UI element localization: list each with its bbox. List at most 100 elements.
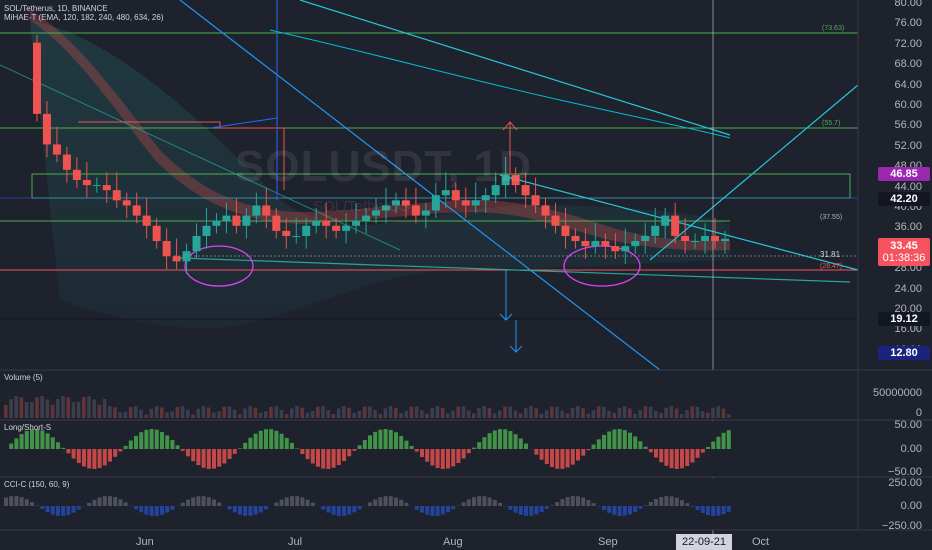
cci-bar [170,506,175,510]
longshort-bar [503,429,508,449]
volume-pane [0,370,858,420]
cci-bar [446,506,450,513]
cci-bar [716,506,721,516]
candle-body [332,225,341,231]
cci-bar [149,506,154,516]
longshort-bar [596,439,601,449]
longshort-bar [368,435,372,449]
longshort-bar [430,449,435,466]
volume-bar [529,406,533,418]
longshort-bar [404,440,409,449]
longshort-bar [472,447,476,449]
candle-body [601,241,610,247]
cci-bar [212,499,216,506]
price-tick: 36.00 [894,221,922,234]
longshort-bar [243,442,248,449]
candle-body [591,241,600,247]
longshort-bar [264,429,268,449]
longshort-bar [186,449,190,457]
longshort-bar [238,448,242,449]
candle-body [232,215,241,226]
longshort-bar [35,429,40,449]
month-oct: Oct [752,536,770,548]
volume-bar [290,408,294,418]
cci-bar [425,506,430,515]
volume-bar [482,406,486,418]
price-chart[interactable] [0,0,932,550]
candle-body [421,210,430,216]
cci-title[interactable]: CCI-C (150, 60, 9) [4,480,69,489]
candle-body [471,200,480,206]
cci-bar [9,496,14,506]
volume-bar [513,410,518,418]
candle-body [531,195,540,206]
longshort-bar [295,448,300,449]
cci-bar [695,506,700,511]
volume-bar [654,410,658,418]
longshort-bar [61,447,66,449]
longshort-title[interactable]: Long/Short-S [4,423,51,432]
longshort-bar [399,435,404,449]
candle-body [162,241,171,257]
level-label-37: (37.55) [820,214,843,221]
cci-bar [258,506,263,513]
volume-bar [139,409,143,418]
cci-bar [555,502,560,506]
cci-bar [310,502,315,506]
candle-body [641,235,650,242]
longshort-bar [420,449,424,457]
cci-bar [487,497,492,506]
longshort-bar [425,449,430,462]
volume-bar [695,406,700,418]
longshort-bar [622,430,627,449]
volume-bar [700,411,705,418]
longshort-bar [680,449,684,469]
longshort-bar [217,449,222,467]
candle-body [461,200,470,206]
longshort-bar [102,449,107,466]
cci-bar [581,497,586,506]
cci-bar [498,502,502,506]
cci-bar [165,506,170,513]
volume-bar [591,410,596,418]
volume-title[interactable]: Volume (5) [4,373,43,382]
volume-bar [305,412,310,418]
cci-bar [508,506,513,510]
volume-bar [576,406,580,418]
candle-body [352,220,361,226]
longshort-bar [513,434,518,449]
volume-bar [472,413,476,418]
cci-bar [206,497,211,506]
longshort-bar [118,449,123,452]
volume-bar [508,406,512,418]
symbol-header[interactable]: SOL/Tetherus, 1D, BINANCE [4,4,108,13]
volume-bar [232,409,237,418]
cci-bar [87,502,92,506]
volume-bar [477,408,481,418]
ma-indicator-header[interactable]: MiHAE-T (EMA, 120, 182, 240, 480, 634, 2… [4,13,164,22]
longshort-bar [576,449,580,461]
volume-bar [149,408,154,418]
volume-bar [71,402,76,418]
longshort-bar [654,449,658,458]
volume-bar [399,413,403,418]
volume-bar [331,413,336,418]
volume-tick-zero: 0 [915,407,922,419]
volume-bar [336,408,341,418]
longshort-bar [446,449,450,469]
volume-bar [321,406,325,418]
cci-bar [638,506,643,509]
volume-bar [674,408,679,418]
volume-bar [222,406,226,418]
volume-bar [669,406,674,418]
cci-bar [342,506,346,516]
longshort-bar [534,449,539,455]
cci-bar [612,506,617,515]
longshort-bar [279,433,284,449]
longshort-bar [206,449,211,469]
volume-bar [128,407,133,418]
volume-bar [383,408,388,418]
longshort-bar [144,429,149,449]
cci-bar [227,506,232,510]
level-label-31: 31.81 [820,250,841,259]
